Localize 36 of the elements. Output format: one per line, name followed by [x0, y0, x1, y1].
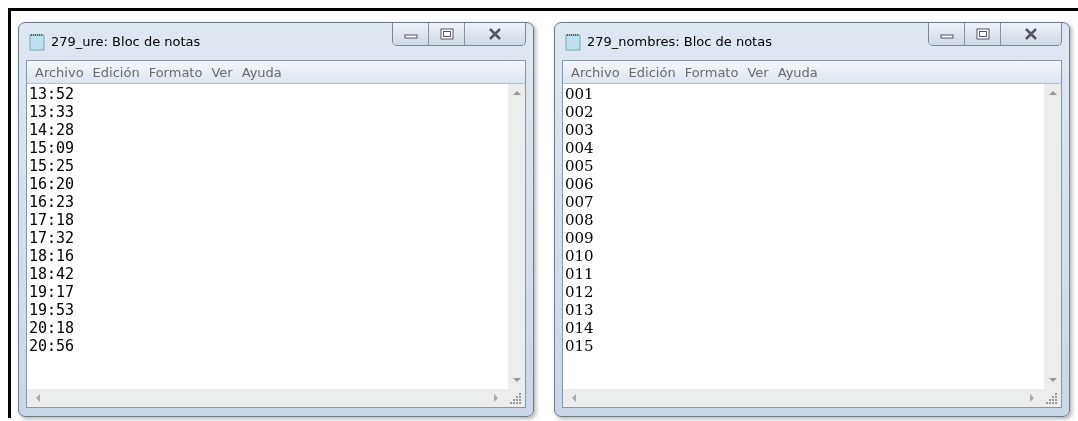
menu-item[interactable]: Archivo: [569, 64, 627, 80]
menu-item[interactable]: Ayuda: [775, 64, 825, 80]
scroll-down-icon[interactable]: [511, 377, 522, 383]
resize-grip-icon[interactable]: [510, 392, 522, 404]
maximize-button[interactable]: [429, 23, 465, 45]
resize-grip-icon[interactable]: [1046, 392, 1058, 404]
menu-item[interactable]: Ayuda: [239, 64, 289, 80]
menu-item[interactable]: Ver: [745, 64, 776, 80]
menu-item[interactable]: Formato: [682, 64, 746, 80]
maximize-button[interactable]: [965, 23, 1001, 45]
scroll-down-icon[interactable]: [1047, 377, 1058, 383]
notepad-icon: [29, 32, 45, 51]
vertical-scrollbar[interactable]: [1044, 84, 1061, 389]
maximize-icon: [975, 28, 990, 40]
vertical-scrollbar[interactable]: [508, 84, 525, 389]
scroll-left-icon[interactable]: [571, 393, 577, 403]
scroll-up-icon[interactable]: [1047, 90, 1058, 96]
scroll-up-icon[interactable]: [511, 90, 522, 96]
menu-item[interactable]: Formato: [146, 64, 210, 80]
scroll-right-icon[interactable]: [493, 393, 499, 403]
text-area[interactable]: 13:52 13:33 14:28 15:09 15:25 16:20 16:23 17:18 17:32 18:16 18:42 19:17 19:53 20:18 20:56: [27, 84, 508, 389]
maximize-icon: [439, 28, 454, 40]
close-button[interactable]: [1001, 23, 1061, 45]
menu-item[interactable]: Edición: [90, 64, 147, 80]
close-icon: [1023, 28, 1039, 40]
text-area[interactable]: 001 002 003 004 005 006 007 008 009 010 011 012 013 014 015: [563, 84, 1044, 389]
window-title: 279_nombres: Bloc de notas: [587, 34, 772, 49]
menu-item[interactable]: Archivo: [33, 64, 91, 80]
close-icon: [487, 28, 503, 40]
notepad-icon: [565, 32, 581, 51]
close-button[interactable]: [465, 23, 525, 45]
menu-item[interactable]: Edición: [626, 64, 683, 80]
window-title: 279_ure: Bloc de notas: [51, 34, 201, 49]
scroll-right-icon[interactable]: [1029, 393, 1035, 403]
menu-item[interactable]: Ver: [209, 64, 240, 80]
scroll-left-icon[interactable]: [35, 393, 41, 403]
